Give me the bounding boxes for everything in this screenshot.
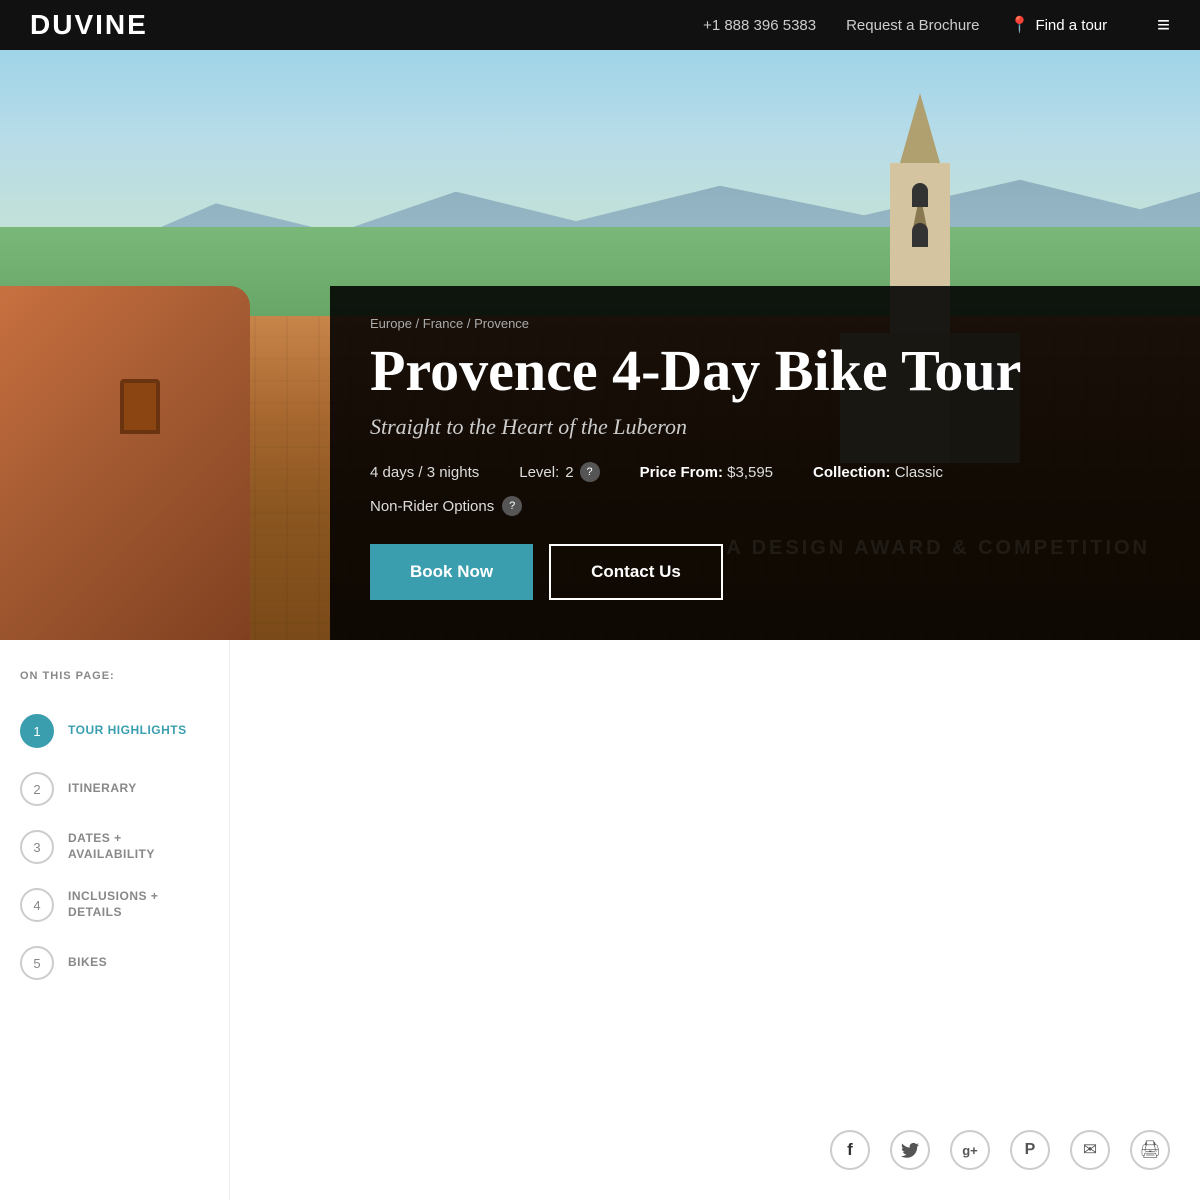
sidebar-item-itinerary[interactable]: 2 ITINERARY xyxy=(20,760,209,818)
social-share-row: f g+ P ✉ 🖨 xyxy=(830,1130,1170,1170)
book-now-button[interactable]: Book Now xyxy=(370,544,533,600)
find-tour-link[interactable]: 📍 Find a tour xyxy=(1010,15,1108,35)
tour-meta: 4 days / 3 nights Level: 2 ? Price From:… xyxy=(370,462,1160,482)
main-content-area: f g+ P ✉ 🖨 xyxy=(230,640,1200,1200)
tour-info-overlay: Europe / France / Provence Provence 4-Da… xyxy=(330,286,1200,640)
page-nav-sidebar: ON THIS PAGE: 1 TOUR HIGHLIGHTS 2 ITINER… xyxy=(0,640,230,1200)
location-icon: 📍 xyxy=(1010,15,1030,35)
top-navigation: DUVINE +1 888 396 5383 Request a Brochur… xyxy=(0,0,1200,50)
sidebar-num-3: 3 xyxy=(20,830,54,864)
print-button[interactable]: 🖨 xyxy=(1130,1130,1170,1170)
twitter-share-button[interactable] xyxy=(890,1130,930,1170)
tour-action-buttons: Book Now Contact Us xyxy=(370,544,1160,600)
facebook-share-button[interactable]: f xyxy=(830,1130,870,1170)
sidebar-label-5: BIKES xyxy=(68,955,107,971)
request-brochure-link[interactable]: Request a Brochure xyxy=(846,17,979,34)
hero-section: Europe / France / Provence Provence 4-Da… xyxy=(0,50,1200,640)
level-help-icon[interactable]: ? xyxy=(580,462,600,482)
contact-us-button[interactable]: Contact Us xyxy=(549,544,723,600)
non-rider-options: Non-Rider Options ? xyxy=(370,496,1160,516)
foreground-wall xyxy=(0,286,250,640)
tour-duration: 4 days / 3 nights xyxy=(370,464,479,481)
tour-price: Price From: $3,595 xyxy=(640,464,773,481)
sidebar-label-2: ITINERARY xyxy=(68,781,137,797)
sidebar-num-5: 5 xyxy=(20,946,54,980)
sidebar-section-label: ON THIS PAGE: xyxy=(20,670,209,682)
tour-title: Provence 4-Day Bike Tour xyxy=(370,341,1160,402)
logo[interactable]: DUVINE xyxy=(30,9,673,41)
sidebar-item-bikes[interactable]: 5 BIKES xyxy=(20,934,209,992)
sidebar-item-dates[interactable]: 3 DATES + AVAILABILITY xyxy=(20,818,209,876)
tour-level: Level: 2 ? xyxy=(519,462,599,482)
sidebar-num-2: 2 xyxy=(20,772,54,806)
email-share-button[interactable]: ✉ xyxy=(1070,1130,1110,1170)
sidebar-label-3: DATES + AVAILABILITY xyxy=(68,831,209,862)
hamburger-menu-button[interactable]: ≡ xyxy=(1157,12,1170,38)
bottom-section: ON THIS PAGE: 1 TOUR HIGHLIGHTS 2 ITINER… xyxy=(0,640,1200,1200)
tour-collection: Collection: Classic xyxy=(813,464,943,481)
sidebar-label-4: INCLUSIONS + DETAILS xyxy=(68,889,209,920)
non-rider-help-icon[interactable]: ? xyxy=(502,496,522,516)
sidebar-num-1: 1 xyxy=(20,714,54,748)
googleplus-share-button[interactable]: g+ xyxy=(950,1130,990,1170)
breadcrumb: Europe / France / Provence xyxy=(370,316,1160,331)
tour-subtitle: Straight to the Heart of the Luberon xyxy=(370,414,1160,440)
phone-number: +1 888 396 5383 xyxy=(703,17,816,34)
sidebar-num-4: 4 xyxy=(20,888,54,922)
sidebar-item-inclusions[interactable]: 4 INCLUSIONS + DETAILS xyxy=(20,876,209,934)
sidebar-label-1: TOUR HIGHLIGHTS xyxy=(68,723,187,739)
pinterest-share-button[interactable]: P xyxy=(1010,1130,1050,1170)
wall-window xyxy=(120,379,160,434)
sidebar-item-tour-highlights[interactable]: 1 TOUR HIGHLIGHTS xyxy=(20,702,209,760)
